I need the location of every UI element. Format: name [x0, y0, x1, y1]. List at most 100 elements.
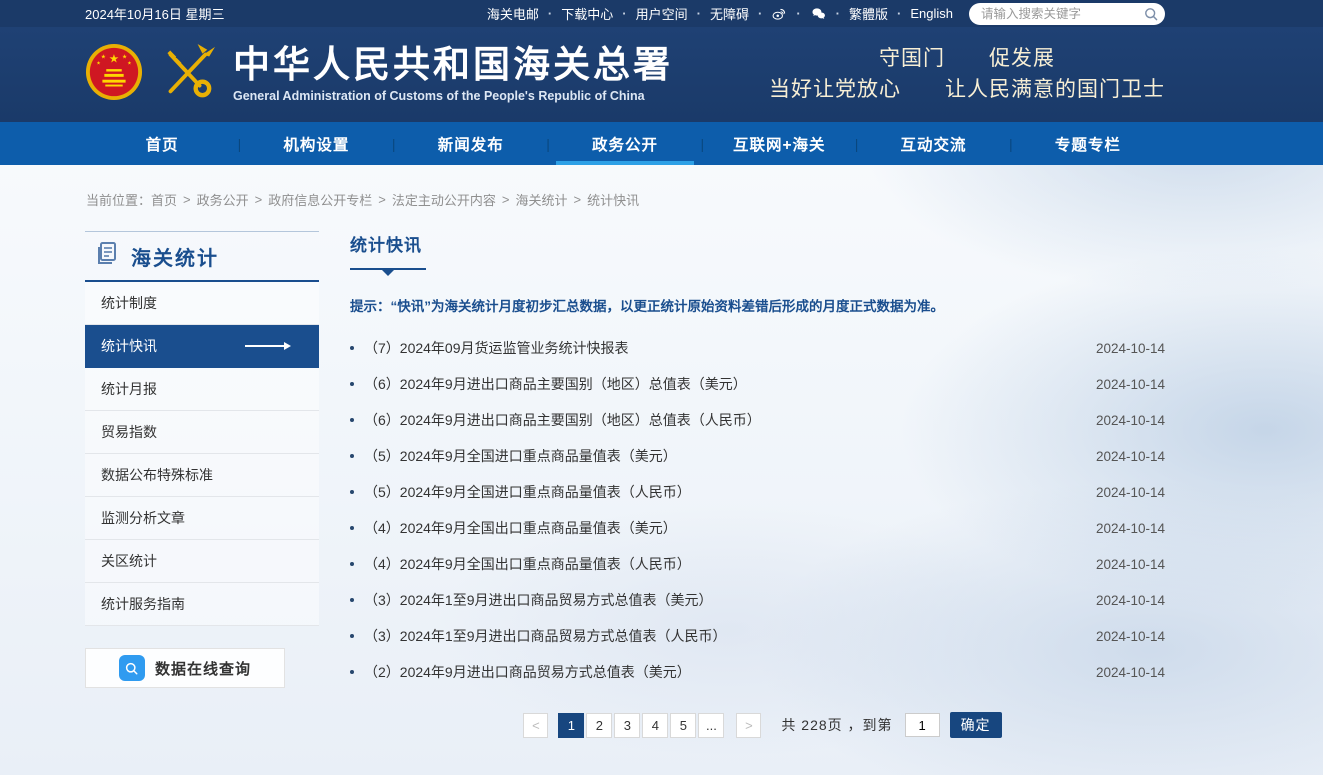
svg-text:★: ★	[109, 52, 119, 65]
bullet-icon	[350, 670, 354, 674]
sidebar-item-1[interactable]: 统计制度	[85, 282, 319, 325]
breadcrumb-item-4[interactable]: 法定主动公开内容	[392, 190, 496, 209]
page-button-...[interactable]: ...	[698, 713, 724, 738]
bullet-icon	[350, 562, 354, 566]
bullet-icon	[350, 598, 354, 602]
breadcrumb-separator: >	[183, 192, 191, 207]
article-link[interactable]: （6）2024年9月进出口商品主要国别（地区）总值表（美元）	[364, 374, 1076, 394]
article-row: （3）2024年1至9月进出口商品贸易方式总值表（美元） 2024-10-14	[350, 582, 1165, 618]
page-button-4[interactable]: 4	[642, 713, 668, 738]
weibo-icon[interactable]	[771, 6, 809, 21]
sidebar-item-4[interactable]: 贸易指数	[85, 411, 319, 454]
article-link[interactable]: （5）2024年9月全国进口重点商品量值表（美元）	[364, 446, 1076, 466]
topbar-link-1[interactable]: 海关电邮	[487, 4, 561, 23]
article-row: （6）2024年9月进出口商品主要国别（地区）总值表（美元）2024-10-14	[350, 366, 1165, 402]
nav-item-4[interactable]: 政务公开	[548, 122, 702, 165]
sidebar-item-6[interactable]: 监测分析文章	[85, 497, 319, 540]
content-layout: 海关统计 统计制度统计快讯统计月报贸易指数数据公布特殊标准监测分析文章关区统计统…	[0, 209, 1323, 738]
article-row: （7）2024年09月货运监管业务统计快报表 2024-10-14	[350, 330, 1165, 366]
bullet-icon	[350, 382, 354, 386]
page-button-1[interactable]: 1	[558, 713, 584, 738]
page-title: 统计快讯	[350, 231, 1165, 256]
sidebar: 海关统计 统计制度统计快讯统计月报贸易指数数据公布特殊标准监测分析文章关区统计统…	[85, 231, 319, 688]
breadcrumb-item-1[interactable]: 首页	[151, 190, 177, 209]
sidebar-item-label: 关区统计	[101, 551, 157, 571]
article-date: 2024-10-14	[1096, 521, 1165, 536]
article-link[interactable]: （4）2024年9月全国出口重点商品量值表（美元）	[364, 518, 1076, 538]
pagination-total-label: 共 228页 ，到第	[781, 715, 892, 735]
topbar-link-2[interactable]: 下载中心	[561, 4, 635, 23]
sidebar-item-2[interactable]: 统计快讯	[85, 325, 319, 368]
article-link[interactable]: （2）2024年9月进出口商品贸易方式总值表（美元）	[364, 662, 1076, 682]
bullet-icon	[350, 418, 354, 422]
sidebar-item-label: 数据公布特殊标准	[101, 465, 213, 485]
query-search-icon	[119, 655, 145, 681]
nav-item-7[interactable]: 专题专栏	[1011, 122, 1165, 165]
next-page-button[interactable]: >	[736, 713, 761, 738]
topbar-link-3[interactable]: 用户空间	[636, 4, 710, 23]
bullet-icon	[350, 634, 354, 638]
article-date: 2024-10-14	[1096, 485, 1165, 500]
topbar-right: 海关电邮下载中心用户空间无障碍 繁體版English	[487, 3, 1165, 25]
sidebar-menu: 统计制度统计快讯统计月报贸易指数数据公布特殊标准监测分析文章关区统计统计服务指南	[85, 282, 319, 626]
nav-item-6[interactable]: 互动交流	[856, 122, 1010, 165]
article-date: 2024-10-14	[1096, 665, 1165, 680]
sidebar-box: 海关统计 统计制度统计快讯统计月报贸易指数数据公布特殊标准监测分析文章关区统计统…	[85, 231, 319, 626]
topbar: 2024年10月16日 星期三 海关电邮下载中心用户空间无障碍 繁體版Englis…	[0, 0, 1323, 27]
article-row: （5）2024年9月全国进口重点商品量值表（人民币） 2024-10-14	[350, 474, 1165, 510]
wechat-icon[interactable]	[810, 6, 849, 21]
article-link[interactable]: （4）2024年9月全国出口重点商品量值表（人民币）	[364, 554, 1076, 574]
breadcrumb: 当前位置：首页>政务公开>政府信息公开专栏>法定主动公开内容>海关统计>统计快讯	[0, 165, 1323, 209]
breadcrumb-item-5[interactable]: 海关统计	[515, 190, 567, 209]
nav-item-1[interactable]: 首页	[85, 122, 239, 165]
page-button-3[interactable]: 3	[614, 713, 640, 738]
site-header: ★ ★ ★ ★ ★	[0, 27, 1323, 122]
topbar-link-4[interactable]: 无障碍	[710, 4, 771, 23]
nav-item-3[interactable]: 新闻发布	[394, 122, 548, 165]
search-input[interactable]	[981, 7, 1143, 21]
slogan-line-2: 当好让党放心 让人民满意的国门卫士	[769, 75, 1165, 105]
sidebar-item-8[interactable]: 统计服务指南	[85, 583, 319, 626]
sidebar-item-label: 监测分析文章	[101, 508, 185, 528]
site-logo[interactable]: ★ ★ ★ ★ ★	[85, 43, 673, 106]
article-date: 2024-10-14	[1096, 593, 1165, 608]
search-icon[interactable]	[1143, 6, 1159, 22]
svg-text:★: ★	[96, 60, 101, 66]
nav-item-5[interactable]: 互联网+海关	[702, 122, 856, 165]
page-buttons: 12345...	[558, 713, 726, 738]
sidebar-item-5[interactable]: 数据公布特殊标准	[85, 454, 319, 497]
article-row: （2）2024年9月进出口商品贸易方式总值表（美元） 2024-10-14	[350, 654, 1165, 690]
page-button-5[interactable]: 5	[670, 713, 696, 738]
sidebar-item-3[interactable]: 统计月报	[85, 368, 319, 411]
sidebar-item-label: 统计服务指南	[101, 594, 185, 614]
article-link[interactable]: （6）2024年9月进出口商品主要国别（地区）总值表（人民币）	[364, 410, 1076, 430]
sidebar-item-label: 统计快讯	[101, 336, 157, 356]
article-row: （4）2024年9月全国出口重点商品量值表（美元） 2024-10-14	[350, 510, 1165, 546]
bullet-icon	[350, 454, 354, 458]
main-nav: 首页机构设置新闻发布政务公开互联网+海关互动交流专题专栏	[0, 122, 1323, 165]
article-link[interactable]: （3）2024年1至9月进出口商品贸易方式总值表（美元）	[364, 590, 1076, 610]
jump-page-input[interactable]	[905, 713, 940, 737]
prev-page-button[interactable]: <	[523, 713, 548, 738]
article-row: （3）2024年1至9月进出口商品贸易方式总值表（人民币）2024-10-14	[350, 618, 1165, 654]
page-button-2[interactable]: 2	[586, 713, 612, 738]
svg-text:★: ★	[127, 60, 132, 66]
topbar-links: 海关电邮下载中心用户空间无障碍 繁體版English	[487, 4, 953, 23]
main-content: 统计快讯 提示：“快讯”为海关统计月度初步汇总数据，以更正统计原始资料差错后形成…	[350, 231, 1165, 738]
lang-link-2[interactable]: English	[910, 6, 953, 21]
site-search	[969, 3, 1165, 25]
data-query-button[interactable]: 数据在线查询	[85, 648, 285, 688]
breadcrumb-item-6[interactable]: 统计快讯	[587, 190, 639, 209]
article-date: 2024-10-14	[1096, 341, 1165, 356]
breadcrumb-item-2[interactable]: 政务公开	[197, 190, 249, 209]
article-link[interactable]: （3）2024年1至9月进出口商品贸易方式总值表（人民币）	[364, 626, 1076, 646]
sidebar-item-7[interactable]: 关区统计	[85, 540, 319, 583]
article-link[interactable]: （7）2024年09月货运监管业务统计快报表	[364, 338, 1076, 358]
article-link[interactable]: （5）2024年9月全国进口重点商品量值表（人民币）	[364, 482, 1076, 502]
nav-item-2[interactable]: 机构设置	[239, 122, 393, 165]
lang-link-1[interactable]: 繁體版	[849, 4, 910, 23]
sidebar-header: 海关统计	[85, 232, 319, 282]
breadcrumb-item-3[interactable]: 政府信息公开专栏	[268, 190, 372, 209]
current-date: 2024年10月16日 星期三	[85, 4, 224, 23]
confirm-button[interactable]: 确定	[950, 712, 1002, 738]
